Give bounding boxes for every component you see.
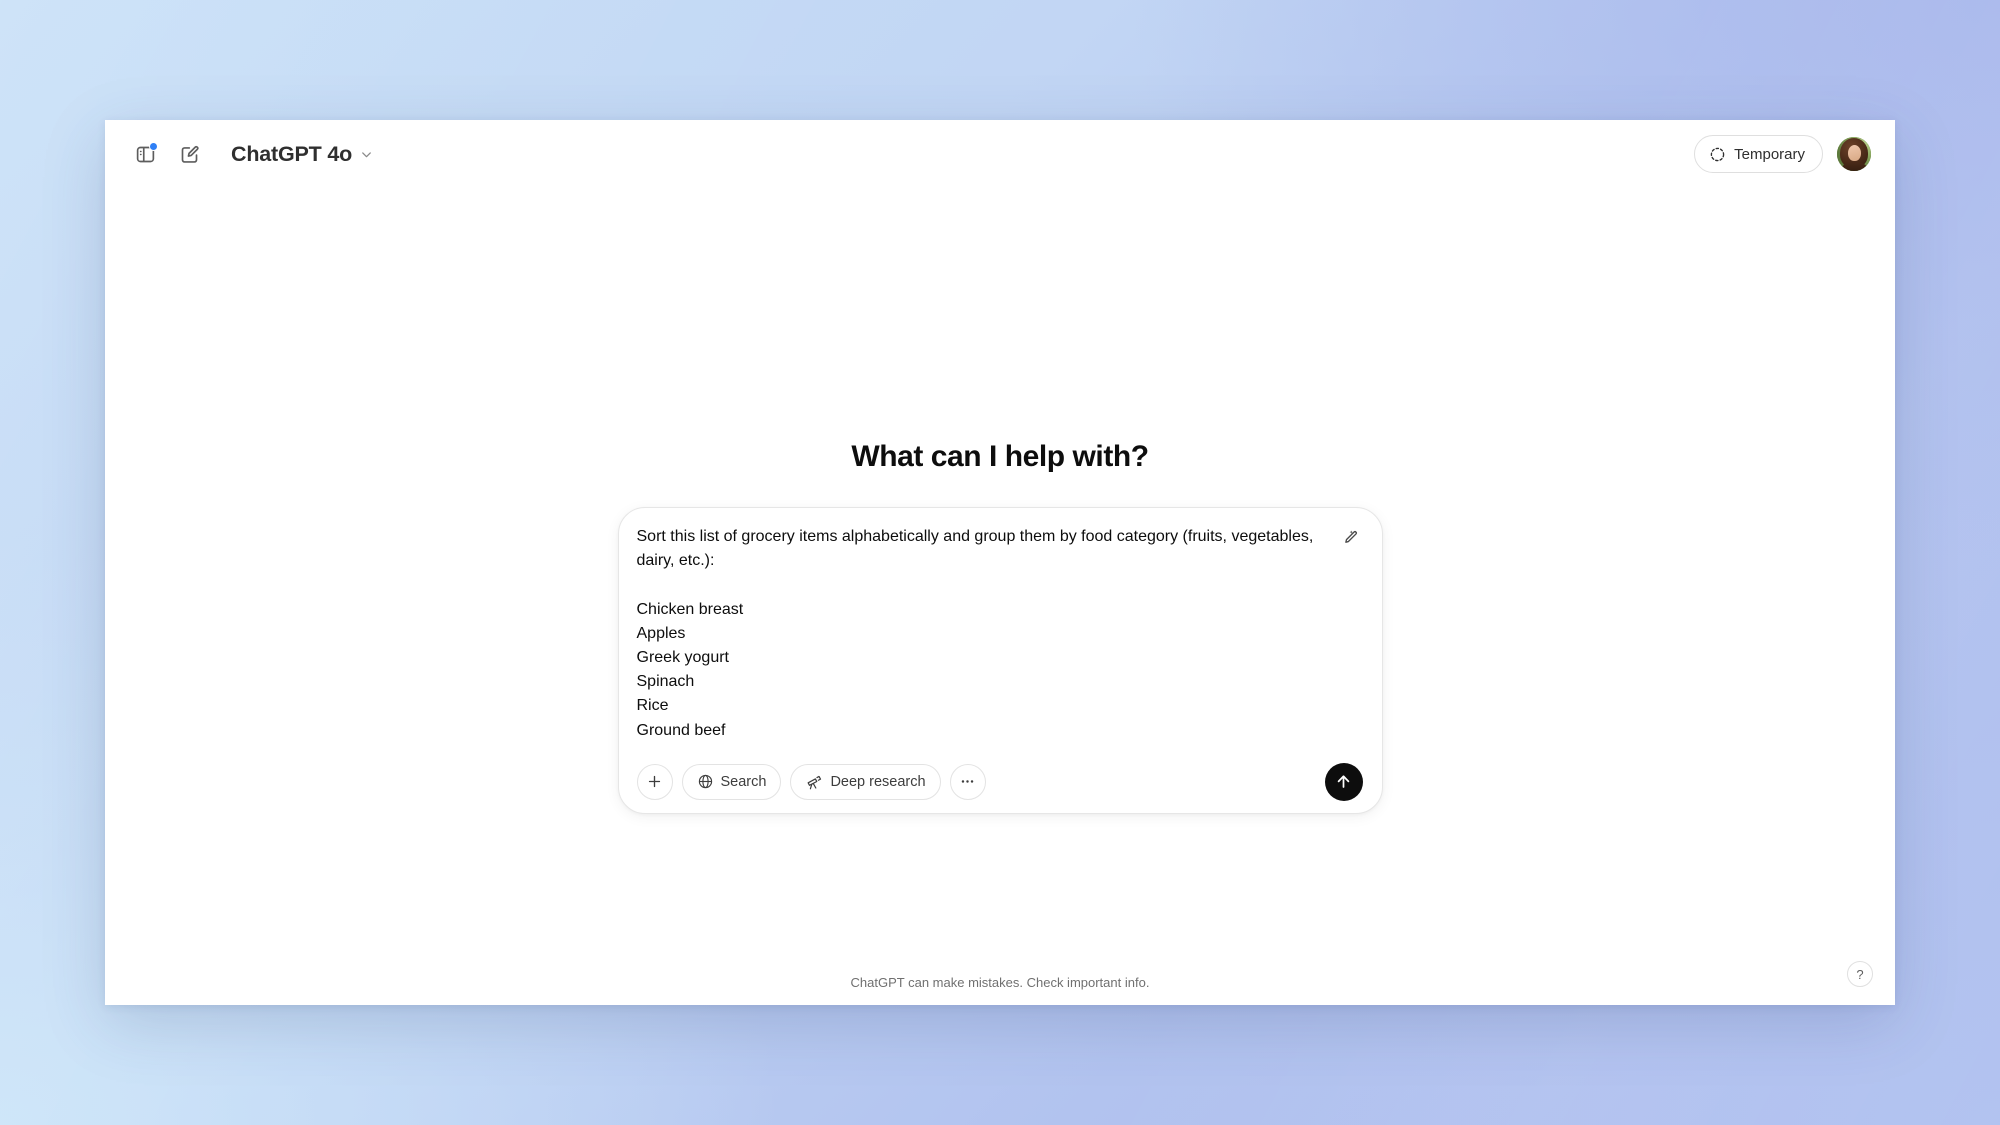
chatgpt-window: ChatGPT 4o Temporary What can I help wit… [105, 120, 1895, 1005]
add-attachment-button[interactable] [636, 763, 673, 800]
deep-research-button[interactable]: Deep research [790, 763, 941, 800]
search-button[interactable]: Search [681, 763, 782, 800]
avatar-body [1842, 162, 1867, 171]
sparkle-pencil-icon [1345, 530, 1357, 543]
magic-edit-button[interactable] [1337, 524, 1363, 550]
telescope-icon [808, 775, 822, 790]
new-chat-pencil-icon [181, 145, 199, 163]
page-title: What can I help with? [851, 440, 1149, 473]
chevron-down-icon [362, 151, 371, 157]
top-bar-right-group: Temporary [1694, 135, 1871, 173]
top-bar-left-group: ChatGPT 4o [125, 134, 384, 174]
model-name-label: ChatGPT 4o [231, 141, 353, 166]
avatar-face [1848, 145, 1861, 161]
temporary-chat-chip[interactable]: Temporary [1694, 135, 1823, 173]
composer: Sort this list of grocery items alphabet… [617, 507, 1383, 814]
more-options-button[interactable] [949, 763, 986, 800]
sidebar-notification-dot [149, 142, 158, 151]
top-bar: ChatGPT 4o Temporary [105, 120, 1895, 188]
main-content: What can I help with? Sort this list of … [105, 188, 1895, 1005]
search-button-label: Search [720, 773, 767, 790]
help-button-label: ? [1856, 966, 1864, 982]
globe-icon [698, 775, 712, 789]
deep-research-button-label: Deep research [830, 773, 926, 790]
ellipsis-icon [961, 780, 974, 784]
sidebar-toggle-button[interactable] [125, 134, 165, 174]
temporary-chat-label: Temporary [1734, 145, 1805, 163]
composer-toolbar: Search Deep research [636, 762, 1363, 801]
model-selector[interactable]: ChatGPT 4o [223, 136, 384, 173]
footer-disclaimer: ChatGPT can make mistakes. Check importa… [850, 974, 1150, 990]
send-button[interactable] [1324, 762, 1363, 801]
help-button[interactable]: ? [1847, 961, 1873, 987]
center-stack: What can I help with? Sort this list of … [105, 440, 1895, 814]
composer-text-row: Sort this list of grocery items alphabet… [637, 525, 1363, 743]
new-chat-button[interactable] [169, 134, 209, 174]
plus-icon [648, 776, 661, 788]
footer: ChatGPT can make mistakes. Check importa… [105, 959, 1895, 1005]
avatar[interactable] [1837, 137, 1871, 171]
dashed-circle-icon [1710, 147, 1725, 161]
prompt-input[interactable]: Sort this list of grocery items alphabet… [637, 525, 1329, 743]
arrow-up-icon [1337, 775, 1350, 789]
